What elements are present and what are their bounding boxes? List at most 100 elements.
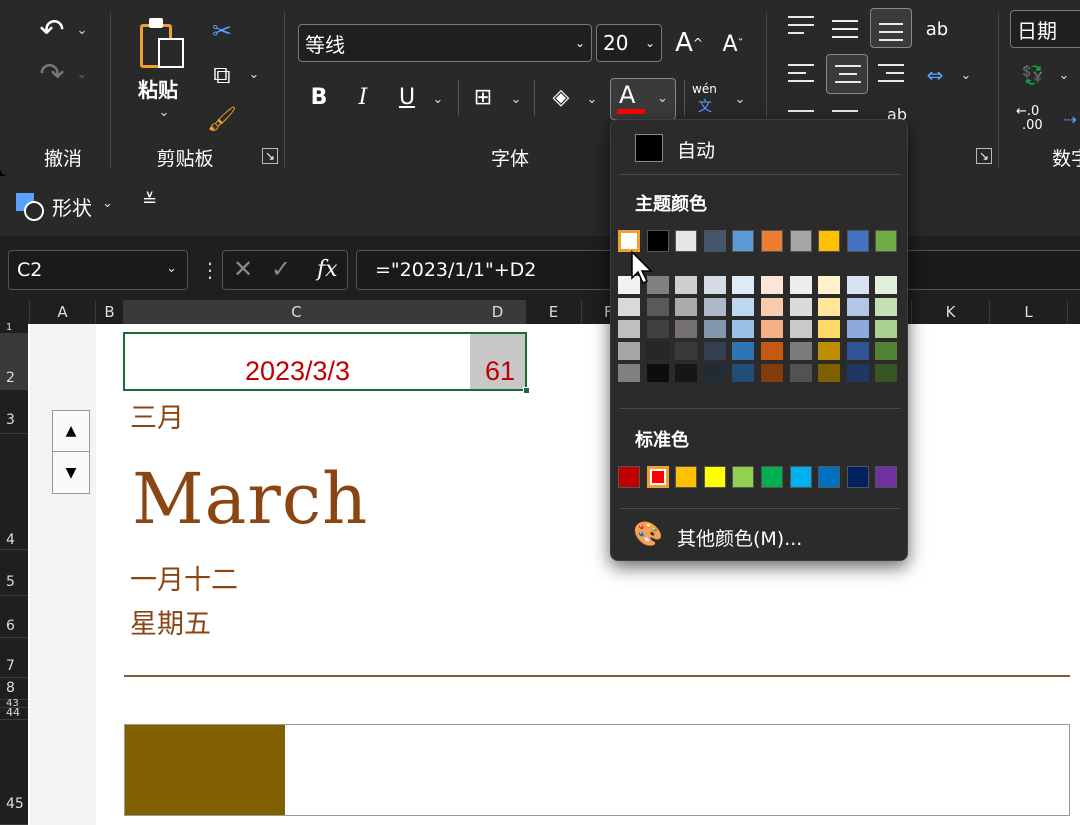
standard-color-swatch[interactable] (704, 466, 726, 488)
theme-shade-swatch[interactable] (818, 298, 840, 316)
standard-color-swatch[interactable] (790, 466, 812, 488)
fill-color-dropdown-icon[interactable]: ⌄ (584, 88, 600, 110)
standard-color-swatch[interactable] (761, 466, 783, 488)
theme-shade-swatch[interactable] (847, 298, 869, 316)
row-header-8[interactable]: 8 (0, 678, 28, 700)
phonetic-guide-top[interactable]: wén (692, 82, 717, 96)
align-top-icon[interactable] (788, 14, 814, 40)
more-colors-option[interactable]: 其他颜色(M)... (677, 524, 802, 551)
insert-function-icon[interactable]: fx (317, 257, 338, 282)
theme-shade-swatch[interactable] (675, 342, 697, 360)
theme-shade-swatch[interactable] (675, 320, 697, 338)
theme-shade-swatch[interactable] (875, 320, 897, 338)
decrease-decimal-icon[interactable]: ⇢ (1060, 106, 1080, 132)
phonetic-dropdown-icon[interactable]: ⌄ (732, 88, 748, 110)
cell-c2[interactable]: 2023/3/3 (125, 334, 470, 389)
theme-shade-swatch[interactable] (790, 342, 812, 360)
theme-shade-swatch[interactable] (875, 364, 897, 382)
font-color-button[interactable]: A ⌄ (610, 78, 676, 120)
theme-color-swatch[interactable] (761, 230, 783, 252)
theme-shade-swatch[interactable] (647, 364, 669, 382)
theme-shade-swatch[interactable] (847, 342, 869, 360)
theme-color-swatch[interactable] (847, 230, 869, 252)
column-header-a[interactable]: A (30, 300, 96, 324)
increase-font-size-icon[interactable]: A ^ (672, 24, 706, 62)
theme-shade-swatch[interactable] (618, 320, 640, 338)
text-orientation-icon[interactable]: ab (920, 12, 954, 46)
row-header-44[interactable]: 44 (0, 707, 28, 720)
theme-shade-swatch[interactable] (647, 320, 669, 338)
lunar-date-cell[interactable]: 一月十二 (130, 558, 238, 597)
month-en-cell[interactable]: March (132, 458, 368, 540)
increase-decimal-top[interactable]: ←.0 (1016, 104, 1039, 119)
merge-dropdown-icon[interactable]: ⌄ (958, 64, 974, 86)
theme-shade-swatch[interactable] (875, 276, 897, 294)
weekday-cell[interactable]: 星期五 (130, 602, 211, 641)
clipboard-launcher-icon[interactable]: ↘ (262, 148, 278, 164)
bold-button[interactable]: B (304, 82, 334, 112)
standard-color-swatch[interactable] (875, 466, 897, 488)
accounting-dropdown-icon[interactable]: ⌄ (1056, 64, 1072, 86)
theme-shade-swatch[interactable] (761, 342, 783, 360)
palette-icon[interactable]: 🎨 (633, 520, 663, 548)
theme-shade-swatch[interactable] (818, 320, 840, 338)
column-header-b[interactable]: B (96, 300, 124, 324)
theme-color-swatch[interactable] (732, 230, 754, 252)
more-options-icon[interactable]: ⋮ (200, 258, 220, 282)
column-header-l[interactable]: L (990, 300, 1068, 324)
row-header-2[interactable]: 2 (0, 334, 28, 390)
format-painter-icon[interactable]: 🖌 (205, 102, 239, 136)
theme-shade-swatch[interactable] (847, 276, 869, 294)
theme-shade-swatch[interactable] (675, 364, 697, 382)
phonetic-guide-bottom[interactable]: 文 (698, 96, 712, 116)
theme-shade-swatch[interactable] (675, 276, 697, 294)
enter-icon[interactable]: ✓ (271, 255, 291, 283)
theme-shade-swatch[interactable] (618, 298, 640, 316)
row-header-7[interactable]: 7 (0, 638, 28, 678)
align-center-button[interactable] (826, 54, 868, 94)
worksheet[interactable]: A B C D E F K L 1 2 3 4 5 6 7 8 43 44 45… (0, 300, 1080, 825)
theme-shade-swatch[interactable] (847, 364, 869, 382)
theme-shade-swatch[interactable] (675, 298, 697, 316)
theme-shade-swatch[interactable] (790, 320, 812, 338)
underline-dropdown-icon[interactable]: ⌄ (430, 88, 446, 110)
align-middle-icon[interactable] (832, 14, 858, 40)
paste-label[interactable]: 粘贴 (138, 74, 178, 103)
auto-color-swatch[interactable] (635, 134, 663, 162)
copy-dropdown-icon[interactable]: ⌄ (246, 62, 262, 86)
theme-shade-swatch[interactable] (818, 276, 840, 294)
theme-shade-swatch[interactable] (761, 364, 783, 382)
select-all-corner[interactable] (0, 300, 30, 324)
auto-color-label[interactable]: 自动 (677, 136, 715, 163)
cell-d2[interactable]: 61 (470, 334, 525, 389)
theme-shade-swatch[interactable] (790, 364, 812, 382)
column-header-c[interactable]: C (124, 300, 470, 324)
row-header-3[interactable]: 3 (0, 390, 28, 434)
standard-color-swatch[interactable] (818, 466, 840, 488)
theme-shade-swatch[interactable] (875, 298, 897, 316)
theme-color-swatch[interactable] (790, 230, 812, 252)
theme-shade-swatch[interactable] (618, 364, 640, 382)
fill-handle[interactable] (523, 387, 530, 394)
theme-shade-swatch[interactable] (704, 320, 726, 338)
standard-color-swatch[interactable] (732, 466, 754, 488)
theme-shade-swatch[interactable] (761, 298, 783, 316)
column-header-d[interactable]: D (470, 300, 526, 324)
theme-shade-swatch[interactable] (732, 342, 754, 360)
theme-shade-swatch[interactable] (704, 364, 726, 382)
accounting-format-icon[interactable]: 💱 (1016, 60, 1050, 90)
cancel-icon[interactable]: ✕ (233, 255, 253, 283)
italic-button[interactable]: I (348, 82, 378, 112)
theme-shade-swatch[interactable] (704, 276, 726, 294)
shape-icon[interactable] (16, 193, 44, 221)
shape-label[interactable]: 形状 (52, 192, 92, 221)
align-right-icon[interactable] (878, 62, 904, 88)
cut-icon[interactable]: ✂ (205, 14, 239, 48)
theme-shade-swatch[interactable] (647, 342, 669, 360)
font-size-select[interactable]: 20 ⌄ (596, 24, 662, 62)
alignment-launcher-icon[interactable]: ↘ (976, 148, 992, 164)
theme-shade-swatch[interactable] (790, 298, 812, 316)
increase-decimal-bottom[interactable]: .00 (1022, 118, 1043, 133)
shape-dropdown-icon[interactable]: ⌄ (102, 196, 113, 211)
copy-icon[interactable]: ⧉ (205, 58, 239, 92)
